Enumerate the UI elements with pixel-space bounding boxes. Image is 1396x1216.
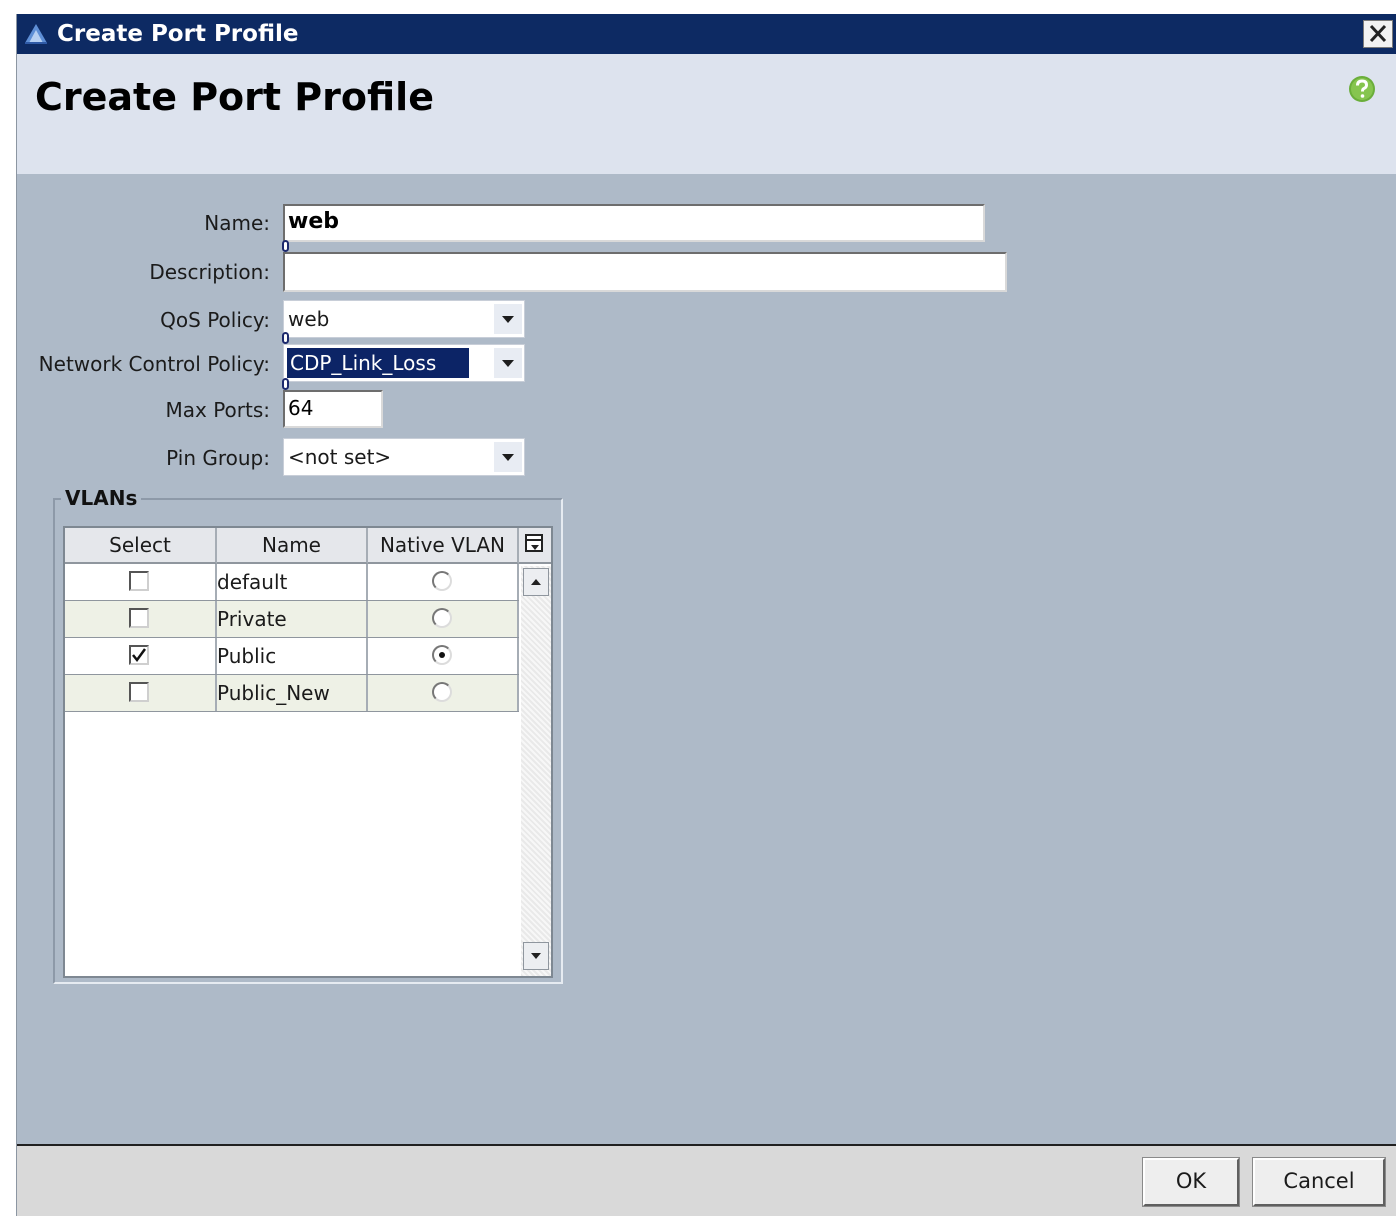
native-vlan-cell	[368, 601, 519, 637]
cancel-button[interactable]: Cancel	[1252, 1157, 1386, 1207]
table-row[interactable]: Public_New	[65, 675, 519, 712]
native-vlan-radio[interactable]	[432, 682, 452, 702]
column-header-name[interactable]: Name	[217, 528, 368, 564]
native-vlan-cell	[368, 675, 519, 711]
help-icon[interactable]	[1347, 74, 1377, 104]
name-input[interactable]: web	[283, 204, 985, 242]
vlans-scrollbar[interactable]	[521, 566, 551, 976]
chevron-down-icon[interactable]	[494, 348, 522, 378]
title-bar[interactable]: Create Port Profile	[17, 14, 1396, 54]
chevron-down-icon[interactable]	[494, 442, 522, 472]
vlan-name-cell: Public	[217, 638, 368, 674]
native-vlan-cell	[368, 638, 519, 674]
qos-policy-value: web	[288, 307, 330, 331]
network-control-policy-select[interactable]: CDP_Link_Loss	[283, 344, 525, 382]
dialog-footer: OK Cancel	[17, 1144, 1396, 1216]
resize-handle-icon	[282, 240, 289, 252]
network-control-policy-label: Network Control Policy:	[38, 352, 270, 376]
pin-group-value: <not set>	[288, 445, 392, 469]
resize-handle-icon	[282, 332, 289, 344]
select-cell	[65, 638, 217, 674]
select-cell	[65, 564, 217, 600]
close-icon	[1369, 24, 1387, 43]
native-vlan-radio[interactable]	[432, 608, 452, 628]
pin-group-label: Pin Group:	[166, 446, 270, 470]
scroll-down-button[interactable]	[523, 942, 549, 970]
table-row[interactable]: Public	[65, 638, 519, 675]
name-label: Name:	[204, 211, 270, 235]
vlan-name-cell: default	[217, 564, 368, 600]
column-chooser-icon	[525, 534, 543, 552]
vlans-group-title: VLANs	[61, 486, 142, 510]
native-vlan-radio[interactable]	[432, 645, 452, 665]
column-menu-button[interactable]	[519, 528, 551, 564]
column-header-select[interactable]: Select	[65, 528, 217, 564]
row-select-checkbox[interactable]	[129, 608, 149, 628]
resize-handle-icon	[282, 378, 289, 390]
page-title: Create Port Profile	[35, 75, 434, 119]
chevron-down-icon[interactable]	[494, 304, 522, 334]
checkmark-icon	[132, 648, 147, 663]
scroll-up-button[interactable]	[523, 568, 549, 596]
select-cell	[65, 601, 217, 637]
description-label: Description:	[149, 260, 270, 284]
ok-button[interactable]: OK	[1142, 1157, 1240, 1207]
arrow-up-icon	[531, 579, 541, 585]
close-button[interactable]	[1363, 20, 1393, 48]
vlans-table: Select Name Native VLAN default Private	[63, 526, 553, 978]
pin-group-select[interactable]: <not set>	[283, 438, 525, 476]
qos-policy-label: QoS Policy:	[160, 308, 270, 332]
table-row[interactable]: default	[65, 564, 519, 601]
native-vlan-radio[interactable]	[432, 571, 452, 591]
max-ports-input[interactable]: 64	[283, 390, 383, 428]
vlan-name-cell: Private	[217, 601, 368, 637]
native-vlan-cell	[368, 564, 519, 600]
qos-policy-select[interactable]: web	[283, 300, 525, 338]
column-header-native-vlan[interactable]: Native VLAN	[368, 528, 519, 564]
create-port-profile-dialog: Create Port Profile Create Port Profile …	[16, 14, 1396, 1216]
row-select-checkbox[interactable]	[129, 645, 149, 665]
arrow-down-icon	[531, 953, 541, 959]
window-title: Create Port Profile	[57, 21, 299, 47]
row-select-checkbox[interactable]	[129, 682, 149, 702]
app-icon	[25, 24, 47, 44]
max-ports-label: Max Ports:	[165, 398, 270, 422]
vlan-name-cell: Public_New	[217, 675, 368, 711]
description-input[interactable]	[283, 252, 1007, 292]
select-cell	[65, 675, 217, 711]
dialog-header: Create Port Profile	[17, 54, 1396, 174]
network-control-policy-value: CDP_Link_Loss	[287, 348, 469, 378]
row-select-checkbox[interactable]	[129, 571, 149, 591]
table-row[interactable]: Private	[65, 601, 519, 638]
